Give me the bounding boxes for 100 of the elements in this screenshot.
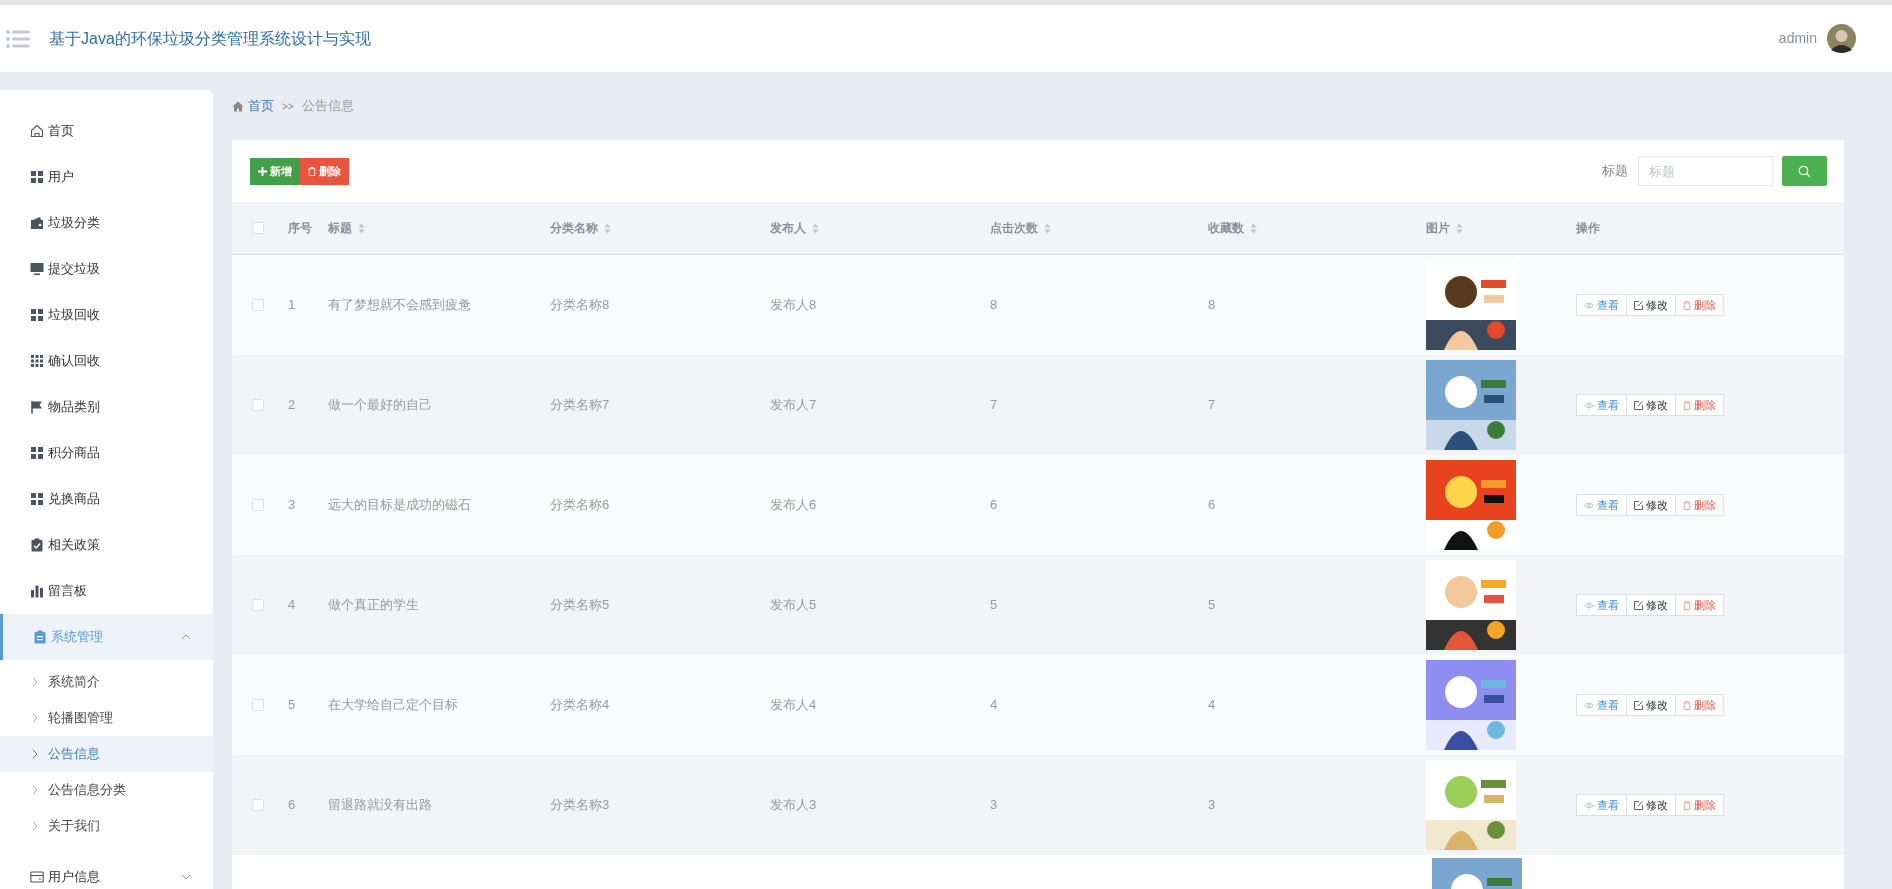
grid-icon xyxy=(30,170,44,184)
table-cell: 6 xyxy=(288,797,296,813)
checkbox[interactable] xyxy=(252,399,264,411)
column-header[interactable]: 图片 xyxy=(1426,219,1450,237)
checkbox[interactable] xyxy=(252,699,264,711)
table-cell: 在大学给自己定个目标 xyxy=(328,697,458,713)
table-cell: 做个真正的学生 xyxy=(328,597,419,613)
table-cell: 分类名称7 xyxy=(550,397,610,413)
delete-button[interactable]: 删除 xyxy=(1675,294,1724,316)
menu-item[interactable]: 物品类别 xyxy=(0,384,213,430)
menu-item[interactable]: 留言板 xyxy=(0,568,213,614)
table-cell: 分类名称5 xyxy=(550,597,610,613)
eye-icon xyxy=(1584,301,1594,309)
view-button[interactable]: 查看 xyxy=(1576,594,1627,616)
edit-icon xyxy=(1634,500,1643,510)
delete-button[interactable]: 删除 xyxy=(1675,494,1724,516)
wallet-icon xyxy=(30,216,44,230)
trash-icon xyxy=(308,166,316,176)
menu-item[interactable]: 相关政策 xyxy=(0,522,213,568)
sort-icon[interactable] xyxy=(1044,222,1051,234)
sort-icon[interactable] xyxy=(812,222,819,234)
table-cell: 发布人6 xyxy=(770,497,817,513)
bar-chart-icon xyxy=(30,584,44,598)
column-header[interactable]: 点击次数 xyxy=(990,219,1038,237)
table-cell: 7 xyxy=(1208,397,1216,413)
table-cell: 分类名称8 xyxy=(550,297,610,313)
home-icon xyxy=(30,124,44,138)
view-button[interactable]: 查看 xyxy=(1576,694,1627,716)
sort-icon[interactable] xyxy=(1250,222,1257,234)
delete-button[interactable]: 删除 xyxy=(1675,794,1724,816)
column-header[interactable]: 标题 xyxy=(328,219,352,237)
search-icon xyxy=(1798,164,1811,178)
edit-icon xyxy=(1634,700,1643,710)
edit-button[interactable]: 修改 xyxy=(1626,294,1676,316)
breadcrumb-link[interactable]: 公告信息 xyxy=(301,96,354,116)
checkbox[interactable] xyxy=(252,499,264,511)
edit-button[interactable]: 修改 xyxy=(1626,794,1676,816)
table-cell: 4 xyxy=(288,597,296,613)
sort-icon[interactable] xyxy=(1456,222,1463,234)
delete-button[interactable]: 删除 xyxy=(1675,694,1724,716)
avatar-icon[interactable] xyxy=(1827,24,1856,53)
table-cell: 分类名称6 xyxy=(550,497,610,513)
menu-icon[interactable] xyxy=(6,29,30,48)
menu-item[interactable]: 提交垃圾 xyxy=(0,246,213,292)
table-cell: 远大的目标是成功的磁石 xyxy=(328,497,471,513)
trash-icon xyxy=(1683,400,1691,410)
edit-button[interactable]: 修改 xyxy=(1626,594,1676,616)
delete-button[interactable]: 删除 xyxy=(1675,594,1724,616)
chevron-right-icon xyxy=(32,677,38,687)
view-button[interactable]: 查看 xyxy=(1576,494,1627,516)
grid-icon xyxy=(30,354,44,368)
trash-icon xyxy=(1683,800,1691,810)
delete-button[interactable]: 删除 xyxy=(300,157,349,185)
menu-item[interactable]: 系统管理 xyxy=(0,614,213,660)
menu-item[interactable]: 确认回收 xyxy=(0,338,213,384)
checkbox[interactable] xyxy=(252,599,264,611)
submenu-item[interactable]: 关于我们 xyxy=(0,808,213,844)
table-cell: 发布人5 xyxy=(770,597,817,613)
edit-button[interactable]: 修改 xyxy=(1626,494,1676,516)
view-button[interactable]: 查看 xyxy=(1576,294,1627,316)
view-button[interactable]: 查看 xyxy=(1576,394,1627,416)
sort-icon[interactable] xyxy=(358,222,365,234)
submenu-item[interactable]: 轮播图管理 xyxy=(0,700,213,736)
edit-button[interactable]: 修改 xyxy=(1626,394,1676,416)
column-header[interactable]: 分类名称 xyxy=(550,219,598,237)
submenu-item[interactable]: 系统简介 xyxy=(0,664,213,700)
search-field[interactable]: 标题 xyxy=(1638,156,1773,186)
submenu-item[interactable]: 公告信息 xyxy=(0,736,213,772)
edit-icon xyxy=(1634,600,1643,610)
column-header[interactable]: 发布人 xyxy=(770,219,806,237)
eye-icon xyxy=(1584,701,1594,709)
grid-icon xyxy=(30,446,44,460)
table-cell: 发布人7 xyxy=(770,397,817,413)
menu-item[interactable]: 兑换商品 xyxy=(0,476,213,522)
sort-icon[interactable] xyxy=(604,222,611,234)
menu-item[interactable]: 用户信息 xyxy=(0,854,213,889)
eye-icon xyxy=(1584,801,1594,809)
edit-icon xyxy=(1634,300,1643,310)
menu-item[interactable]: 垃圾回收 xyxy=(0,292,213,338)
menu-item[interactable]: 用户 xyxy=(0,154,213,200)
column-header[interactable]: 收藏数 xyxy=(1208,219,1244,237)
checkbox[interactable] xyxy=(252,799,264,811)
edit-button[interactable]: 修改 xyxy=(1626,694,1676,716)
eye-icon xyxy=(1584,501,1594,509)
breadcrumb-link[interactable]: 首页 xyxy=(248,96,274,116)
view-button[interactable]: 查看 xyxy=(1576,794,1627,816)
menu-item[interactable]: 垃圾分类 xyxy=(0,200,213,246)
table-cell: 3 xyxy=(990,797,998,813)
checkbox[interactable] xyxy=(252,222,264,234)
username: admin xyxy=(1778,29,1817,48)
menu-item[interactable]: 首页 xyxy=(0,108,213,154)
table-cell: 4 xyxy=(1208,697,1216,713)
checkbox[interactable] xyxy=(252,299,264,311)
table-cell: 留退路就没有出路 xyxy=(328,797,432,813)
submenu-item[interactable]: 公告信息分类 xyxy=(0,772,213,808)
menu-item[interactable]: 积分商品 xyxy=(0,430,213,476)
add-button[interactable]: 新增 xyxy=(250,157,300,185)
eye-icon xyxy=(1584,601,1594,609)
search-button[interactable] xyxy=(1782,156,1827,186)
delete-button[interactable]: 删除 xyxy=(1675,394,1724,416)
